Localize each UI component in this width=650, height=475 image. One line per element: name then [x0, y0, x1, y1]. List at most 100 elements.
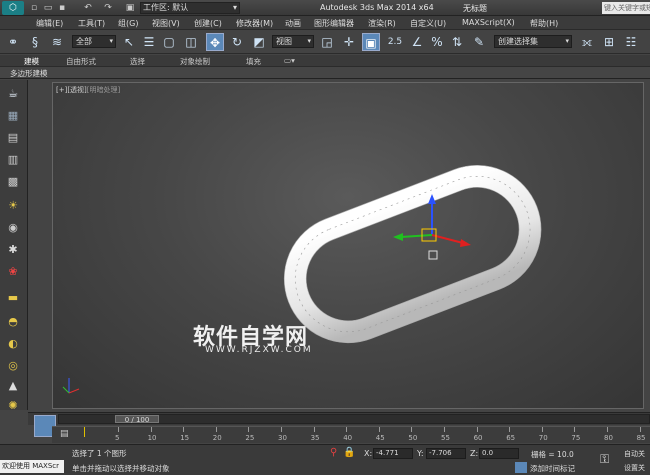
time-slider-thumb[interactable]: 0 / 100 — [115, 415, 159, 424]
box-icon[interactable]: ▬ — [4, 290, 22, 306]
tab-freeform[interactable]: 自由形式 — [66, 56, 96, 67]
geosphere-icon[interactable]: ✺ — [4, 398, 22, 414]
polygon-modeling-panel[interactable]: 多边形建模 — [10, 68, 48, 79]
ring-object[interactable] — [266, 147, 560, 362]
z-coordinate-field[interactable]: 0.0 — [479, 448, 519, 459]
maxscript-listener[interactable]: 欢迎使用 MAXScr — [0, 460, 64, 473]
reference-coordinate-select[interactable]: 视图 ▾ — [272, 35, 314, 48]
teapot-icon[interactable]: ☕ — [4, 86, 22, 102]
frame-ruler[interactable]: ▤ 5 10 15 20 25 30 35 40 45 50 55 60 65 70 75 80 85 — [52, 426, 650, 443]
edit-named-selection-icon[interactable]: ✎ — [470, 33, 488, 51]
schematic-icon[interactable]: ▩ — [4, 174, 22, 190]
y-coordinate-field[interactable]: -7.706 — [426, 448, 466, 459]
angle-snap-icon[interactable]: ∠ — [408, 33, 426, 51]
undo-icon[interactable]: ↶ — [82, 2, 94, 14]
select-and-scale-icon[interactable]: ◩ — [250, 33, 268, 51]
add-time-tag[interactable]: 添加时间标记 — [530, 463, 575, 474]
menu-rendering[interactable]: 渲染(R) — [368, 18, 396, 29]
save-file-icon[interactable]: ▪ — [56, 2, 68, 14]
spinner-snap-icon[interactable]: ⇅ — [448, 33, 466, 51]
selection-status: 选择了 1 个图形 — [72, 449, 127, 458]
snaps-toggle-icon[interactable]: 2.5 — [386, 33, 404, 51]
render-frame-icon[interactable]: ▥ — [4, 152, 22, 168]
material-icon[interactable]: ▦ — [4, 108, 22, 124]
project-folder-icon[interactable]: ▣ — [124, 2, 136, 14]
workspace-select[interactable]: 工作区: 默认 ▾ — [140, 2, 240, 14]
menu-animation[interactable]: 动画 — [285, 18, 301, 29]
tab-modeling[interactable]: 建模 — [24, 56, 39, 67]
menu-tools[interactable]: 工具(T) — [78, 18, 105, 29]
menu-group[interactable]: 组(G) — [118, 18, 138, 29]
menu-views[interactable]: 视图(V) — [152, 18, 180, 29]
snaps-toggle-label: 2.5 — [387, 37, 403, 47]
percent-snap-icon[interactable]: % — [428, 33, 446, 51]
tab-selection[interactable]: 选择 — [130, 56, 145, 67]
ruler-tick-label: 10 — [147, 434, 157, 442]
x-coordinate-field[interactable]: -4.771 — [373, 448, 413, 459]
sphere-icon[interactable]: ◓ — [4, 314, 22, 330]
open-file-icon[interactable]: ▭ — [42, 2, 54, 14]
selection-filter-select[interactable]: 全部 ▾ — [72, 35, 116, 48]
left-toolbar: ☕ ▦ ▤ ▥ ▩ ☀ ◉ ✱ ❀ ▬ ◓ ◐ ◎ ▲ ✺ — [0, 80, 28, 412]
align-icon[interactable]: ⊞ — [600, 33, 618, 51]
perspective-viewport[interactable]: [+][透视][明暗处理] 软件自学网 WWW.RJZXW.COM — [52, 82, 644, 409]
mirror-icon[interactable]: ⟗ — [578, 33, 596, 51]
ruler-tick — [541, 427, 543, 432]
cone-icon[interactable]: ▲ — [4, 378, 22, 394]
chevron-down-icon: ▾ — [232, 3, 237, 12]
add-time-tag-icon[interactable] — [515, 462, 527, 473]
select-and-rotate-icon[interactable]: ↻ — [228, 33, 246, 51]
isolate-selection-icon[interactable]: ⚲ — [330, 447, 337, 458]
redo-icon[interactable]: ↷ — [102, 2, 114, 14]
render-setup-icon[interactable]: ▤ — [4, 130, 22, 146]
menu-help[interactable]: 帮助(H) — [530, 18, 558, 29]
ruler-tick — [183, 427, 185, 432]
named-selection-value: 创建选择集 — [498, 37, 538, 46]
new-file-icon[interactable]: ▫ — [28, 2, 40, 14]
helper-icon[interactable]: ✱ — [4, 242, 22, 258]
ruler-tick-label: 75 — [571, 434, 581, 442]
ruler-tick — [574, 427, 576, 432]
tab-populate[interactable]: 填充 — [246, 56, 261, 67]
space-warp-icon[interactable]: ❀ — [4, 264, 22, 280]
unlink-icon[interactable]: § — [26, 33, 44, 51]
link-icon[interactable]: ⚭ — [4, 33, 22, 51]
ruler-tick — [118, 427, 119, 432]
select-by-name-icon[interactable]: ☰ — [140, 33, 158, 51]
key-icon[interactable]: ⚿ — [600, 452, 609, 467]
menu-modifiers[interactable]: 修改器(M) — [236, 18, 273, 29]
select-object-icon[interactable]: ↖ — [120, 33, 138, 51]
select-manipulate-icon[interactable]: ✛ — [340, 33, 358, 51]
menu-create[interactable]: 创建(C) — [194, 18, 222, 29]
bind-space-warp-icon[interactable]: ≋ — [48, 33, 66, 51]
menu-graph-editors[interactable]: 图形编辑器 — [314, 18, 354, 29]
chevron-down-icon: ▾ — [565, 37, 569, 45]
window-crossing-icon[interactable]: ◫ — [182, 33, 200, 51]
menu-edit[interactable]: 编辑(E) — [36, 18, 63, 29]
search-input[interactable]: 键入关键字或短语 — [602, 2, 650, 14]
select-and-move-icon[interactable]: ✥ — [206, 33, 224, 51]
set-key-button[interactable]: 设置关 — [624, 463, 645, 473]
menu-maxscript[interactable]: MAXScript(X) — [462, 18, 515, 27]
app-logo-icon[interactable]: ⬡ — [2, 1, 24, 15]
ruler-tick — [444, 427, 445, 432]
ribbon-panel: 多边形建模 — [0, 67, 650, 79]
camera-icon[interactable]: ◉ — [4, 220, 22, 236]
layer-manager-icon[interactable]: ☷ — [622, 33, 640, 51]
cylinder-icon[interactable]: ◐ — [4, 336, 22, 352]
selection-lock-icon[interactable]: 🔒 — [343, 447, 355, 458]
tab-object-paint[interactable]: 对象绘制 — [180, 56, 210, 67]
keyboard-shortcut-override-icon[interactable]: ▣ — [362, 33, 380, 51]
pivot-center-icon[interactable]: ◲ — [318, 33, 336, 51]
track-bar-icon[interactable]: ▤ — [60, 429, 69, 439]
torus-icon[interactable]: ◎ — [4, 358, 22, 374]
light-icon[interactable]: ☀ — [4, 198, 22, 214]
ribbon-options-icon[interactable]: ▭▾ — [284, 56, 295, 65]
rectangular-selection-icon[interactable]: ▢ — [160, 33, 178, 51]
ruler-tick-label: 25 — [245, 434, 255, 442]
auto-key-button[interactable]: 自动关 — [624, 449, 645, 459]
menu-customize[interactable]: 自定义(U) — [410, 18, 446, 29]
named-selection-select[interactable]: 创建选择集 ▾ — [494, 35, 572, 48]
ruler-tick-label: 15 — [180, 434, 190, 442]
time-slider-track[interactable]: 0 / 100 — [58, 414, 650, 424]
